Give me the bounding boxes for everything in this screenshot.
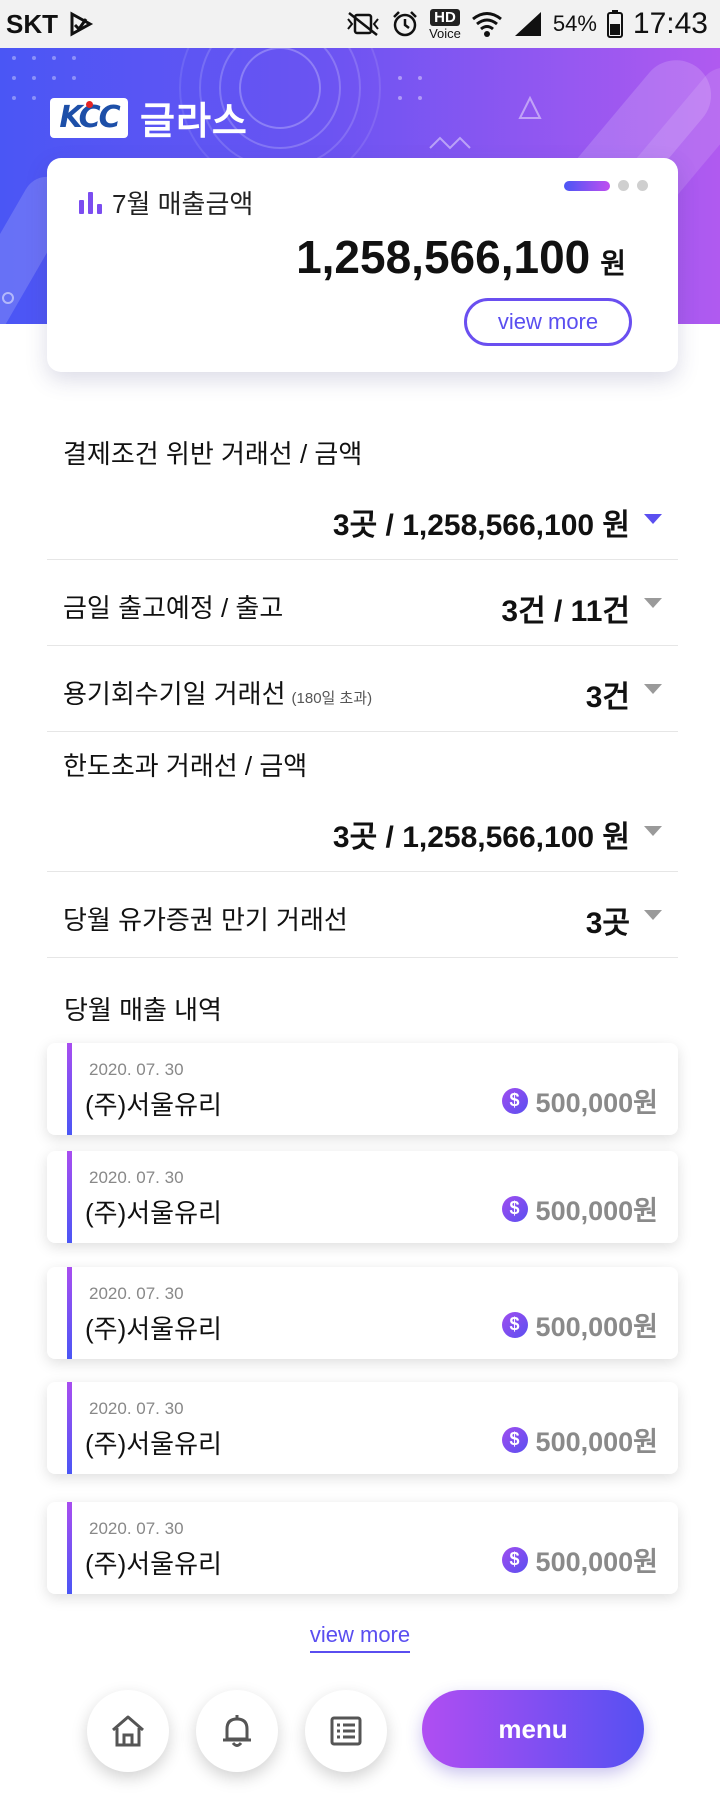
dollar-coin-icon: $ xyxy=(501,1426,528,1453)
battery-percent: 54% xyxy=(552,11,597,36)
dollar-coin-icon: $ xyxy=(501,1087,528,1114)
card-accent-bar xyxy=(67,1502,72,1594)
pager-dot[interactable] xyxy=(637,180,648,191)
sale-amount: 500,000원 xyxy=(535,1547,658,1577)
sales-section-title: 당월 매출 내역 xyxy=(64,995,222,1025)
sale-company: (주)서울유리 xyxy=(85,1429,222,1459)
dollar-coin-icon: $ xyxy=(501,1195,528,1222)
info-row-credit-limit[interactable]: 한도초과 거래선 / 금액 3곳 / 1,258,566,100 원 xyxy=(47,732,678,872)
caret-down-icon[interactable] xyxy=(644,826,662,836)
clock: 17:43 xyxy=(632,7,708,40)
menu-button[interactable]: menu xyxy=(422,1690,644,1768)
card-accent-bar xyxy=(67,1267,72,1359)
voice-label: Voice xyxy=(429,25,461,41)
sale-amount: 500,000원 xyxy=(535,1088,658,1118)
sale-card[interactable]: 2020. 07. 30 (주)서울유리 $ 500,000원 xyxy=(47,1043,678,1135)
sale-amount-group: $ 500,000원 xyxy=(501,1081,658,1120)
sale-date: 2020. 07. 30 xyxy=(89,1284,184,1303)
monthly-sales-label-row: 7월 매출금액 xyxy=(79,184,253,221)
info-row-value: 3건 / 11건 xyxy=(501,595,630,628)
mute-vibrate-icon xyxy=(347,12,379,36)
sales-view-more-link[interactable]: view more xyxy=(309,1622,411,1653)
app-notification-icon xyxy=(70,11,94,37)
info-row-securities-maturity[interactable]: 당월 유가증권 만기 거래선 3곳 xyxy=(47,872,678,958)
wifi-icon xyxy=(471,12,502,37)
info-row-value: 3곳 xyxy=(585,907,630,940)
card-accent-bar xyxy=(67,1151,72,1243)
card-pager[interactable] xyxy=(564,180,648,191)
monthly-sales-amount-row: 1,258,566,100 원 xyxy=(296,230,626,284)
info-row-subtitle: (180일 초과) xyxy=(291,690,373,707)
signal-icon xyxy=(514,12,541,36)
sale-date: 2020. 07. 30 xyxy=(89,1168,184,1187)
list-icon xyxy=(330,1716,362,1746)
sale-company: (주)서울유리 xyxy=(85,1314,222,1344)
caret-down-icon[interactable] xyxy=(644,514,662,524)
status-bar: SKT HD Voice 54% 17:43 xyxy=(0,0,720,48)
sale-amount: 500,000원 xyxy=(535,1196,658,1226)
currency-unit: 원 xyxy=(600,248,626,279)
info-row-title: 당월 유가증권 만기 거래선 xyxy=(63,905,348,935)
sale-company: (주)서울유리 xyxy=(85,1198,222,1228)
monthly-sales-amount: 1,258,566,100 xyxy=(296,231,591,283)
card-accent-bar xyxy=(67,1043,72,1135)
info-row-shipping[interactable]: 금일 출고예정 / 출고 3건 / 11건 xyxy=(47,560,678,646)
logo-dot xyxy=(86,100,93,108)
info-row-value: 3건 xyxy=(585,681,630,714)
list-button[interactable] xyxy=(305,1690,387,1772)
pager-dot[interactable] xyxy=(618,180,629,191)
info-row-title: 결제조건 위반 거래선 / 금액 xyxy=(63,439,363,469)
dollar-coin-icon: $ xyxy=(501,1311,528,1338)
sale-company: (주)서울유리 xyxy=(85,1549,222,1579)
dollar-coin-icon: $ xyxy=(501,1546,528,1573)
info-list: 결제조건 위반 거래선 / 금액 3곳 / 1,258,566,100 원 금일… xyxy=(47,420,678,958)
sale-amount-group: $ 500,000원 xyxy=(501,1540,658,1579)
hd-label: HD xyxy=(430,8,460,26)
bar-chart-icon xyxy=(79,191,102,214)
kcc-logo: KCC xyxy=(50,97,128,138)
notifications-button[interactable] xyxy=(196,1690,278,1772)
sale-amount: 500,000원 xyxy=(535,1312,658,1342)
bell-icon xyxy=(223,1715,251,1747)
info-row-value: 3곳 / 1,258,566,100 원 xyxy=(332,821,630,854)
info-row-title: 금일 출고예정 / 출고 xyxy=(63,593,284,623)
pager-dot-active[interactable] xyxy=(564,180,610,191)
hd-voice-icon: HD Voice xyxy=(429,8,461,41)
sale-date: 2020. 07. 30 xyxy=(89,1519,184,1538)
info-row-title: 한도초과 거래선 / 금액 xyxy=(63,751,308,781)
info-row-value: 3곳 / 1,258,566,100 원 xyxy=(332,509,630,542)
info-row-payment-violation[interactable]: 결제조건 위반 거래선 / 금액 3곳 / 1,258,566,100 원 xyxy=(47,420,678,560)
battery-icon xyxy=(606,10,623,38)
sale-amount-group: $ 500,000원 xyxy=(501,1189,658,1228)
alarm-icon xyxy=(393,11,417,37)
brand[interactable]: KCC 글라스 xyxy=(50,90,248,145)
info-row-title: 용기회수기일 거래선 (180일 초과) xyxy=(63,679,373,709)
info-row-container-return[interactable]: 용기회수기일 거래선 (180일 초과) 3건 xyxy=(47,646,678,732)
card-accent-bar xyxy=(67,1382,72,1474)
sale-card[interactable]: 2020. 07. 30 (주)서울유리 $ 500,000원 xyxy=(47,1502,678,1594)
home-button[interactable] xyxy=(87,1690,169,1772)
monthly-sales-card: 7월 매출금액 1,258,566,100 원 view more xyxy=(47,158,678,372)
sale-card[interactable]: 2020. 07. 30 (주)서울유리 $ 500,000원 xyxy=(47,1151,678,1243)
monthly-sales-label: 7월 매출금액 xyxy=(112,189,254,219)
sale-company: (주)서울유리 xyxy=(85,1090,222,1120)
sale-amount-group: $ 500,000원 xyxy=(501,1420,658,1459)
sale-amount: 500,000원 xyxy=(535,1427,658,1457)
sale-card[interactable]: 2020. 07. 30 (주)서울유리 $ 500,000원 xyxy=(47,1382,678,1474)
home-icon xyxy=(112,1715,144,1747)
caret-down-icon[interactable] xyxy=(644,684,662,694)
caret-down-icon[interactable] xyxy=(644,598,662,608)
sale-date: 2020. 07. 30 xyxy=(89,1399,184,1418)
carrier-label: SKT xyxy=(6,8,58,39)
sale-date: 2020. 07. 30 xyxy=(89,1060,184,1079)
caret-down-icon[interactable] xyxy=(644,910,662,920)
sales-view-more: view more xyxy=(0,1622,720,1653)
brand-name: 글라스 xyxy=(140,101,248,143)
sale-amount-group: $ 500,000원 xyxy=(501,1305,658,1344)
view-more-button[interactable]: view more xyxy=(464,298,632,346)
sale-card[interactable]: 2020. 07. 30 (주)서울유리 $ 500,000원 xyxy=(47,1267,678,1359)
